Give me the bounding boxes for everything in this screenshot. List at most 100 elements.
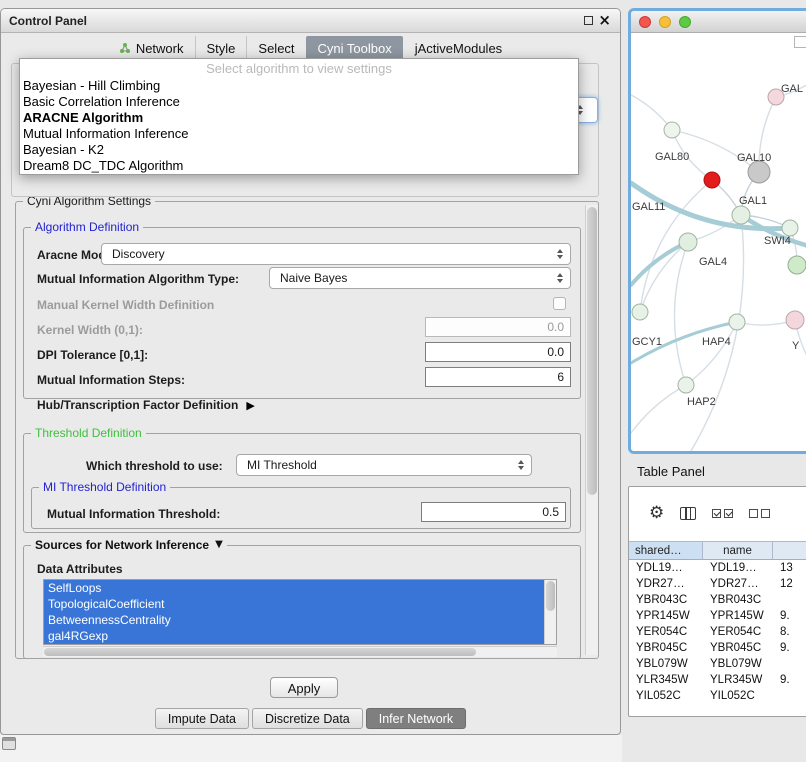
kernel-width-input[interactable]: 0.0 (425, 317, 571, 337)
table-cell: YER054C (703, 624, 773, 640)
close-traffic-light-icon[interactable] (639, 16, 651, 28)
control-panel-titlebar[interactable]: Control Panel × (1, 9, 620, 33)
manual-kernel-width-checkbox[interactable] (553, 297, 566, 310)
tab-infer-network[interactable]: Infer Network (366, 708, 466, 729)
hub-definition-section[interactable]: Hub/Transcription Factor Definition ▶ (37, 398, 255, 412)
table-row[interactable]: YDR27…YDR27…12 (629, 576, 806, 592)
table-cell: YIL052C (703, 688, 773, 704)
network-canvas[interactable]: GALGAL80GAL10GAL11GAL1SWI4GAL4GCY1HAP4YH… (631, 33, 806, 451)
table-cell: YPR145W (629, 608, 703, 624)
tab-select[interactable]: Select (246, 36, 305, 60)
table-row[interactable]: YBL079WYBL079W (629, 656, 806, 672)
tab-network[interactable]: Network (108, 36, 195, 60)
float-window-icon[interactable] (584, 16, 593, 25)
window-title: Control Panel (9, 14, 87, 28)
scrollbar-thumb[interactable] (546, 581, 555, 611)
mi-threshold-input[interactable]: 0.5 (421, 502, 566, 522)
network-node[interactable] (729, 314, 745, 330)
network-edge (631, 242, 688, 285)
dpi-tolerance-input[interactable]: 0.0 (425, 342, 571, 362)
tab-jactivemodules[interactable]: jActiveModules (403, 36, 513, 60)
network-node[interactable] (664, 122, 680, 138)
column-header-2[interactable] (773, 541, 806, 560)
column-header-shared[interactable]: shared… (629, 541, 703, 560)
deselect-all-checkbox-icon[interactable] (749, 509, 770, 518)
table-panel: ⚙ shared…name YDL19…YDL19…13YDR27…YDR27…… (628, 486, 806, 717)
algorithm-option-bayesian-hill-climbing[interactable]: Bayesian - Hill Climbing (20, 78, 578, 94)
algorithm-option-aracne-algorithm[interactable]: ARACNE Algorithm (20, 110, 578, 126)
bottom-tabs: Impute DataDiscretize DataInfer Network (1, 708, 620, 730)
table-row[interactable]: YPR145WYPR145W9. (629, 608, 806, 624)
network-window-titlebar[interactable] (631, 11, 806, 33)
algorithm-option-basic-correlation-inference[interactable]: Basic Correlation Inference (20, 94, 578, 110)
attribute-item-selfloops[interactable]: SelfLoops (44, 580, 544, 596)
collapse-down-icon[interactable]: ▼ (215, 540, 223, 550)
network-node[interactable] (678, 377, 694, 393)
table-row[interactable]: YIL052CYIL052C (629, 688, 806, 704)
network-node[interactable] (788, 256, 806, 274)
apply-button[interactable]: Apply (270, 677, 338, 698)
column-header-name[interactable]: name (703, 541, 773, 560)
zoom-traffic-light-icon[interactable] (679, 16, 691, 28)
network-node[interactable] (786, 311, 804, 329)
network-graph[interactable]: GALGAL80GAL10GAL11GAL1SWI4GAL4GCY1HAP4YH… (631, 33, 806, 451)
table-row[interactable]: YBR045CYBR045C9. (629, 640, 806, 656)
attribute-item-topologicalcoefficient[interactable]: TopologicalCoefficient (44, 596, 544, 612)
docked-panel-icon[interactable] (2, 737, 16, 750)
scroll-corner-box[interactable] (794, 36, 806, 48)
table-row[interactable]: YLR345WYLR345W9. (629, 672, 806, 688)
attribute-item-betweennesscentrality[interactable]: BetweennessCentrality (44, 612, 544, 628)
network-node[interactable] (782, 220, 798, 236)
network-node[interactable] (704, 172, 720, 188)
select-all-checkbox-icon[interactable] (712, 509, 733, 518)
network-node-label: GAL80 (655, 151, 689, 163)
checkbox-glyph (712, 509, 721, 518)
table-row[interactable]: YER054CYER054C8. (629, 624, 806, 640)
which-threshold-select[interactable]: MI Threshold (236, 454, 532, 476)
table-row[interactable]: YBR043CYBR043C (629, 592, 806, 608)
expand-right-icon[interactable]: ▶ (246, 400, 254, 411)
network-node[interactable] (748, 161, 770, 183)
settings-gear-icon[interactable]: ⚙ (649, 505, 664, 522)
algorithm-option-bayesian-k2[interactable]: Bayesian - K2 (20, 142, 578, 158)
threshold-definition-title: Threshold Definition (31, 426, 146, 440)
close-icon[interactable]: × (598, 12, 611, 29)
checkbox-glyph (749, 509, 758, 518)
network-node[interactable] (679, 233, 697, 251)
settings-scrollbar[interactable] (585, 205, 598, 655)
network-node-label: GAL10 (737, 152, 771, 164)
table-row[interactable]: YDL19…YDL19…13 (629, 560, 806, 576)
checkbox-glyph (724, 509, 733, 518)
minimize-traffic-light-icon[interactable] (659, 16, 671, 28)
combo-value: MI Threshold (237, 458, 518, 472)
network-node-label: Y (792, 340, 800, 352)
tab-cyni-toolbox[interactable]: Cyni Toolbox (306, 36, 403, 60)
column-layout-icon[interactable] (680, 507, 696, 520)
attribute-item-gal4rgexp[interactable]: gal4RGexp (44, 628, 544, 644)
scrollbar-thumb[interactable] (44, 648, 476, 656)
network-node[interactable] (732, 206, 750, 224)
scrollbar-thumb[interactable] (587, 207, 597, 495)
data-attributes-list[interactable]: SelfLoopsTopologicalCoefficientBetweenne… (43, 579, 557, 645)
attributes-scrollbar[interactable] (544, 580, 556, 644)
attributes-hscrollbar[interactable] (43, 646, 557, 657)
algorithm-option-mutual-information-inference[interactable]: Mutual Information Inference (20, 126, 578, 142)
tab-impute-data[interactable]: Impute Data (155, 708, 249, 729)
mi-steps-input[interactable]: 6 (425, 367, 571, 387)
network-edge (686, 322, 737, 385)
sources-group-title[interactable]: Sources for Network Inference ▼ (31, 538, 227, 552)
manual-kernel-width-label: Manual Kernel Width Definition (37, 298, 214, 312)
network-node[interactable] (632, 304, 648, 320)
data-attributes-label: Data Attributes (37, 562, 123, 576)
aracne-mode-select[interactable]: Discovery (101, 243, 571, 265)
stepper-icon (557, 273, 570, 283)
table-cell (773, 592, 806, 608)
tab-discretize-data[interactable]: Discretize Data (252, 708, 363, 729)
tab-style[interactable]: Style (195, 36, 247, 60)
control-panel-window: Control Panel × NetworkStyleSelectCyni T… (0, 8, 621, 735)
algorithm-option-dream8-dc-tdc-algorithm[interactable]: Dream8 DC_TDC Algorithm (20, 158, 578, 174)
mi-threshold-group-title: MI Threshold Definition (39, 480, 170, 494)
network-view-window[interactable]: GALGAL80GAL10GAL11GAL1SWI4GAL4GCY1HAP4YH… (628, 8, 806, 454)
mi-algorithm-type-select[interactable]: Naive Bayes (269, 267, 571, 289)
sources-title-text: Sources for Network Inference (35, 538, 209, 552)
